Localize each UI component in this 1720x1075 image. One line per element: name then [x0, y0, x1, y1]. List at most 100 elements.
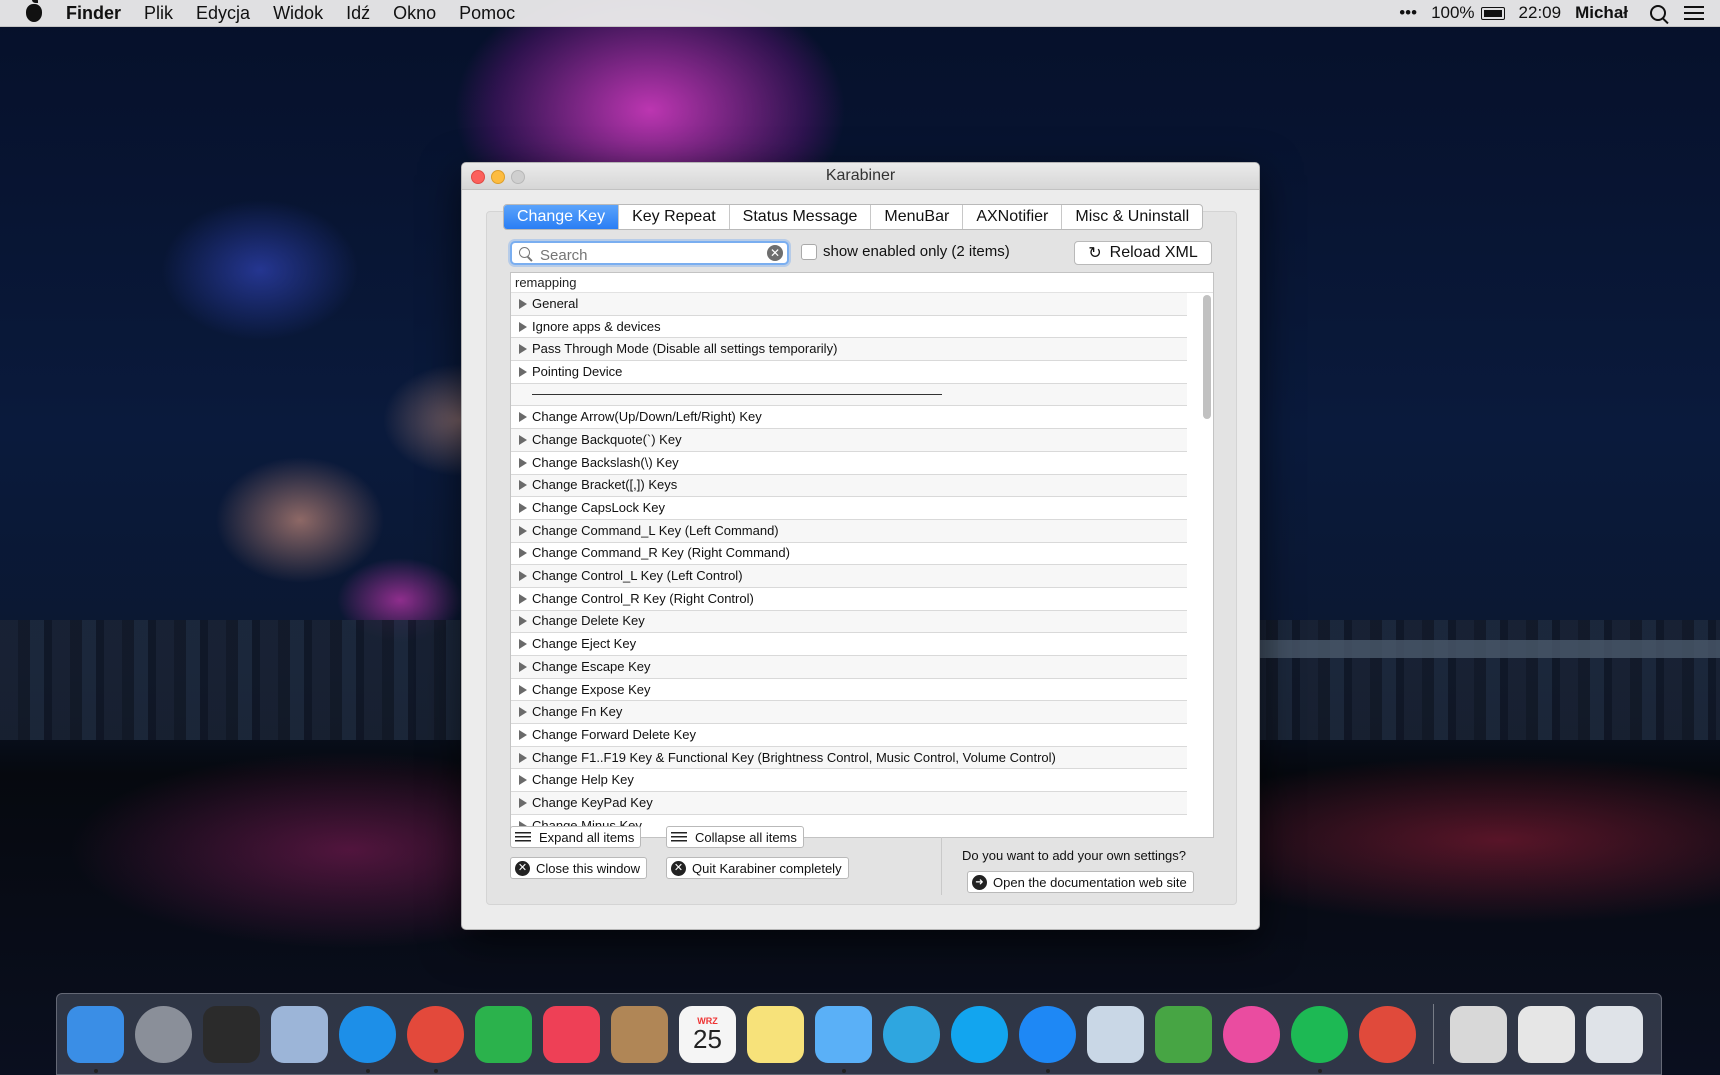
disclosure-triangle-icon[interactable] — [519, 548, 527, 559]
messages-icon[interactable] — [815, 1005, 872, 1073]
list-scrollbar[interactable] — [1203, 295, 1211, 419]
menu-widok[interactable]: Widok — [273, 3, 323, 24]
list-item[interactable]: Change Command_R Key (Right Command) — [511, 543, 1187, 566]
list-item[interactable]: Change Control_L Key (Left Control) — [511, 565, 1187, 588]
list-item[interactable]: Change Backquote(`) Key — [511, 429, 1187, 452]
disclosure-triangle-icon[interactable] — [519, 775, 527, 786]
disclosure-triangle-icon[interactable] — [519, 412, 527, 423]
notification-center-icon[interactable] — [1684, 6, 1704, 20]
clear-search-icon[interactable]: ✕ — [767, 245, 783, 261]
disclosure-triangle-icon[interactable] — [519, 366, 527, 377]
menu-pomoc[interactable]: Pomoc — [459, 3, 515, 24]
show-enabled-only-toggle[interactable]: show enabled only (2 items) — [801, 243, 1010, 260]
disclosure-triangle-icon[interactable] — [519, 298, 527, 309]
itunes-icon[interactable] — [1223, 1005, 1280, 1063]
search-field[interactable]: ✕ — [510, 241, 789, 266]
finder-icon[interactable] — [67, 1005, 124, 1073]
disclosure-triangle-icon[interactable] — [519, 797, 527, 808]
evernote-icon[interactable] — [1155, 1005, 1212, 1063]
disclosure-triangle-icon[interactable] — [519, 457, 527, 468]
messenger-icon[interactable] — [1019, 1005, 1076, 1073]
disclosure-triangle-icon[interactable] — [519, 707, 527, 718]
list-item[interactable]: Change Bracket([,]) Keys — [511, 474, 1187, 498]
show-enabled-checkbox[interactable] — [801, 243, 817, 260]
quit-karabiner-button[interactable]: ✕ Quit Karabiner completely — [666, 857, 849, 879]
reload-xml-button[interactable]: ↻ Reload XML — [1074, 241, 1212, 265]
list-item[interactable]: Pointing Device — [511, 361, 1187, 384]
disclosure-triangle-icon[interactable] — [519, 480, 527, 491]
contacts-icon[interactable] — [611, 1005, 668, 1063]
settings-list[interactable]: remapping General Ignore apps & devices Pa… — [510, 272, 1214, 838]
disclosure-triangle-icon[interactable] — [519, 684, 527, 695]
menu-app-name[interactable]: Finder — [66, 3, 121, 24]
clock[interactable]: 22:09 — [1519, 3, 1562, 23]
list-item[interactable]: Change Delete Key — [511, 610, 1187, 634]
list-item[interactable]: Change F1..F19 Key & Functional Key (Bri… — [511, 746, 1187, 770]
apple-icon[interactable] — [26, 0, 42, 22]
list-item[interactable]: Change Control_R Key (Right Control) — [511, 588, 1187, 611]
open-documentation-button[interactable]: ➜ Open the documentation web site — [967, 871, 1194, 893]
safari-icon[interactable] — [339, 1005, 396, 1073]
skype-icon[interactable] — [951, 1005, 1008, 1063]
battery-percent[interactable]: 100% — [1431, 3, 1474, 23]
disclosure-triangle-icon[interactable] — [519, 503, 527, 514]
downloads-stack-icon[interactable] — [1450, 1005, 1507, 1063]
disclosure-triangle-icon[interactable] — [519, 321, 527, 332]
tab-axnotifier[interactable]: AXNotifier — [963, 205, 1063, 229]
list-item[interactable]: Change Escape Key — [511, 656, 1187, 679]
list-item[interactable]: Change Command_L Key (Left Command) — [511, 519, 1187, 543]
disclosure-triangle-icon[interactable] — [519, 729, 527, 740]
disclosure-triangle-icon[interactable] — [519, 639, 527, 650]
list-item[interactable]: Ignore apps & devices — [511, 316, 1187, 339]
list-item[interactable]: Change CapsLock Key — [511, 497, 1187, 520]
list-item[interactable]: Pass Through Mode (Disable all settings … — [511, 338, 1187, 362]
list-item[interactable]: Change Forward Delete Key — [511, 724, 1187, 747]
pocket-icon[interactable] — [543, 1005, 600, 1063]
minimize-window-icon[interactable] — [491, 170, 505, 184]
disclosure-triangle-icon[interactable] — [519, 752, 527, 763]
tab-status-message[interactable]: Status Message — [730, 205, 872, 229]
trash-icon[interactable] — [1586, 1005, 1643, 1063]
activity-monitor-icon[interactable] — [203, 1005, 260, 1063]
telegram-icon[interactable] — [883, 1005, 940, 1063]
preview-icon[interactable] — [1087, 1005, 1144, 1063]
battery-icon[interactable] — [1480, 6, 1505, 20]
menu-idz[interactable]: Idź — [346, 3, 370, 24]
zoom-window-icon[interactable] — [511, 170, 525, 184]
mail-icon[interactable] — [271, 1005, 328, 1063]
notes-icon[interactable] — [747, 1005, 804, 1063]
spotlight-icon[interactable] — [1650, 5, 1666, 21]
launchpad-icon[interactable] — [135, 1005, 192, 1063]
list-item[interactable]: Change Eject Key — [511, 633, 1187, 656]
user-name[interactable]: Michał — [1575, 3, 1628, 23]
tab-menubar[interactable]: MenuBar — [871, 205, 964, 229]
disclosure-triangle-icon[interactable] — [519, 344, 527, 355]
disclosure-triangle-icon[interactable] — [519, 434, 527, 445]
list-item[interactable]: Change Backslash(\) Key — [511, 452, 1187, 475]
collapse-all-button[interactable]: Collapse all items — [666, 826, 804, 848]
list-item[interactable]: Change Help Key — [511, 769, 1187, 793]
disclosure-triangle-icon[interactable] — [519, 525, 527, 536]
tab-misc-uninstall[interactable]: Misc & Uninstall — [1062, 205, 1202, 229]
spotify-icon[interactable] — [1291, 1005, 1348, 1073]
transmit-icon[interactable] — [1359, 1005, 1416, 1063]
menu-okno[interactable]: Okno — [393, 3, 436, 24]
list-item[interactable]: Change Fn Key — [511, 701, 1187, 725]
expand-all-button[interactable]: Expand all items — [510, 826, 642, 848]
list-item[interactable]: Change Expose Key — [511, 679, 1187, 702]
search-input[interactable] — [538, 244, 762, 266]
list-item[interactable]: Change KeyPad Key — [511, 792, 1187, 815]
disclosure-triangle-icon[interactable] — [519, 571, 527, 582]
title-bar[interactable]: Karabiner — [462, 163, 1259, 190]
chrome-icon[interactable] — [407, 1005, 464, 1073]
menu-extras-icon[interactable]: ••• — [1399, 3, 1417, 23]
disclosure-triangle-icon[interactable] — [519, 616, 527, 627]
menu-plik[interactable]: Plik — [144, 3, 173, 24]
list-item[interactable]: Change Arrow(Up/Down/Left/Right) Key — [511, 406, 1187, 430]
list-item[interactable] — [511, 383, 1187, 407]
documents-stack-icon[interactable] — [1518, 1005, 1575, 1063]
disclosure-triangle-icon[interactable] — [519, 661, 527, 672]
calendar-icon[interactable]: WRZ 25 — [679, 1005, 736, 1063]
disclosure-triangle-icon[interactable] — [519, 593, 527, 604]
close-window-button[interactable]: ✕ Close this window — [510, 857, 648, 879]
